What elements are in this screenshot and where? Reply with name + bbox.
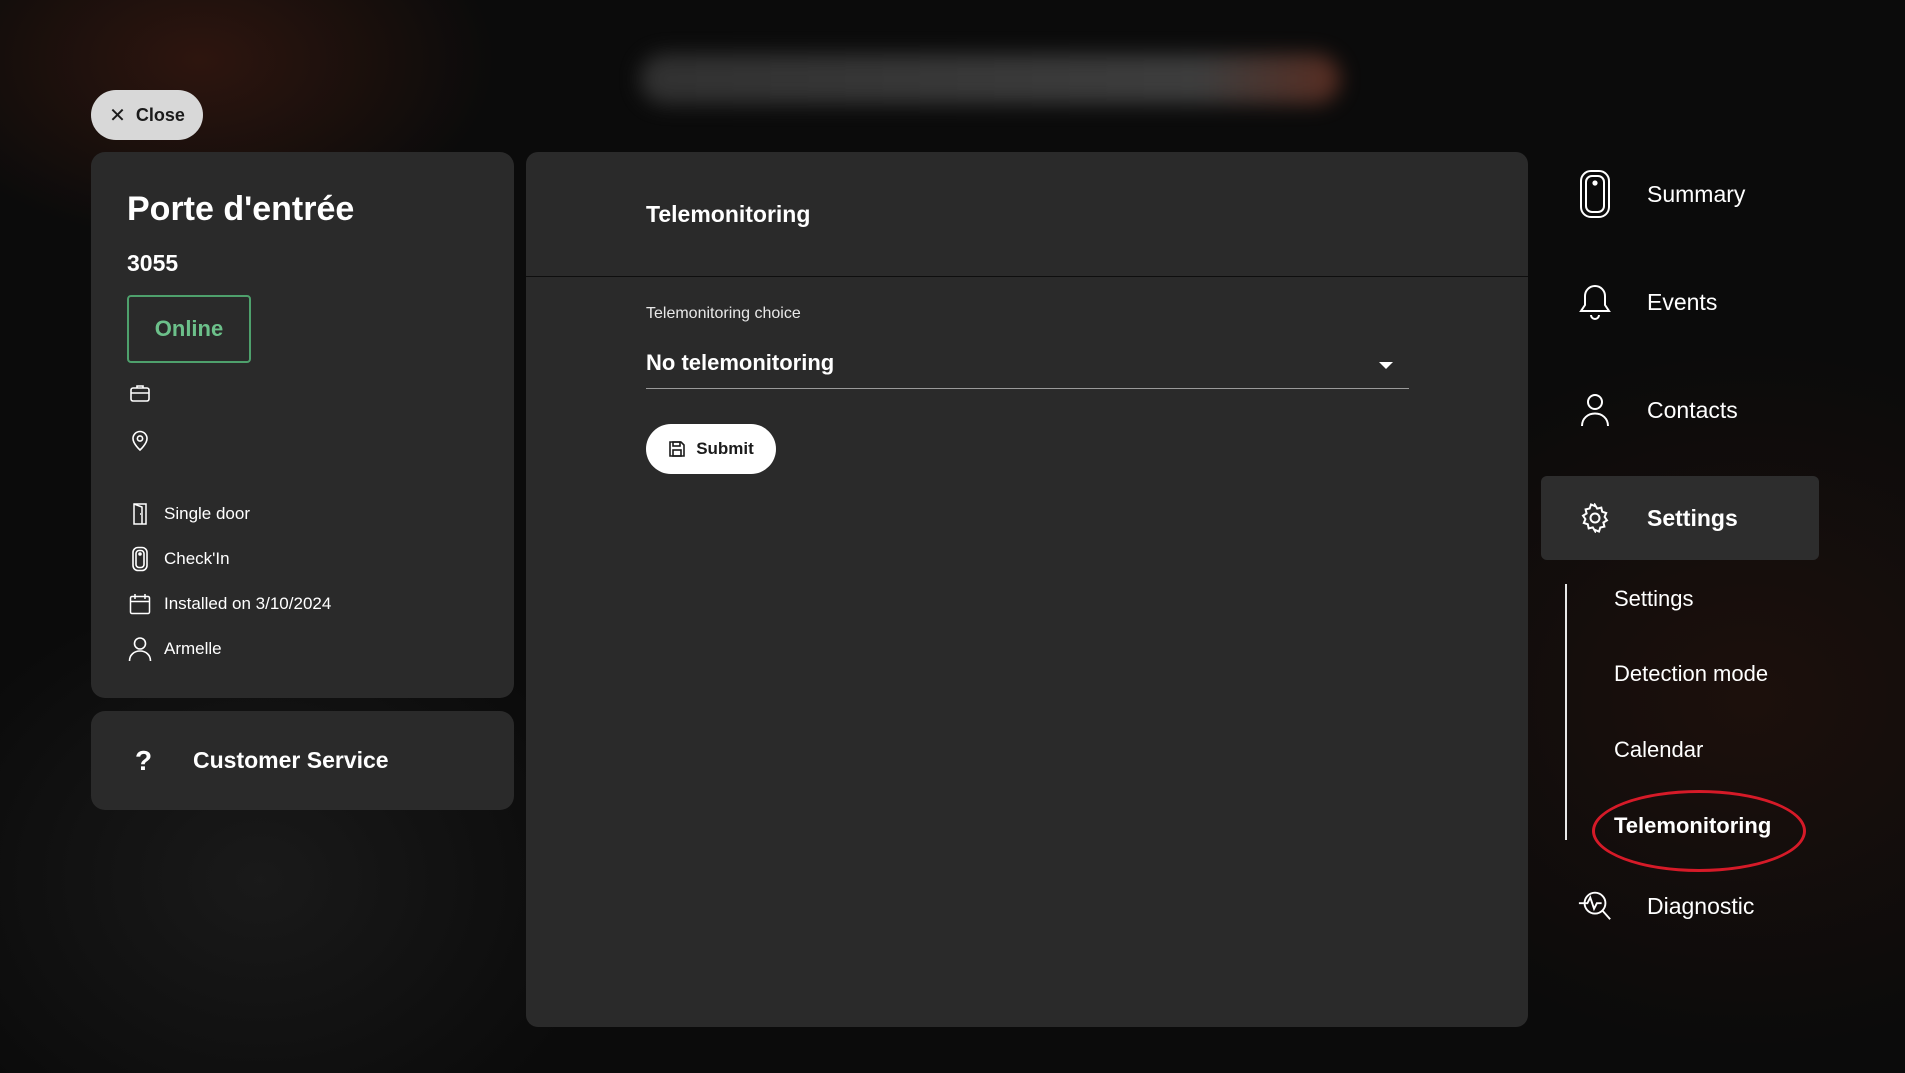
submenu-item-settings[interactable]: Settings (1614, 586, 1694, 612)
panel-title: Telemonitoring (646, 200, 811, 227)
detail-text: Installed on 3/10/2024 (164, 594, 332, 613)
door-icon (128, 500, 152, 528)
calendar-icon (128, 590, 152, 618)
nav-item-events[interactable]: Events (1541, 260, 1819, 344)
sensor-icon (1577, 170, 1613, 218)
detail-text: Single door (164, 504, 251, 523)
bell-icon (1577, 278, 1613, 326)
detail-row-install-date: Installed on 3/10/2024 (128, 590, 331, 618)
close-icon: ✕ (109, 104, 126, 127)
nav-item-diagnostic[interactable]: Diagnostic (1541, 864, 1819, 948)
submit-label: Submit (696, 439, 754, 458)
status-badge: Online (127, 295, 251, 363)
briefcase-icon (130, 385, 150, 402)
detail-text: Armelle (164, 639, 222, 658)
nav-item-summary[interactable]: Summary (1541, 152, 1819, 236)
close-button[interactable]: ✕ Close (91, 90, 203, 140)
customer-service-button[interactable]: ? Customer Service (91, 711, 514, 810)
telemonitoring-choice-select[interactable]: No telemonitoring (646, 338, 1409, 389)
device-name: Porte d'entrée (127, 190, 355, 228)
select-value: No telemonitoring (646, 350, 835, 375)
detail-text: Check'In (164, 549, 230, 568)
detail-row-door-type: Single door (128, 500, 250, 528)
gear-icon (1577, 494, 1613, 542)
sensor-icon (128, 545, 152, 573)
nav-label: Summary (1647, 180, 1746, 207)
customer-service-label: Customer Service (193, 747, 389, 773)
submenu-indicator-line (1565, 584, 1567, 840)
save-icon (669, 441, 685, 457)
nav-label: Contacts (1647, 396, 1738, 423)
nav-label: Settings (1647, 504, 1738, 531)
submenu-item-telemonitoring[interactable]: Telemonitoring (1614, 813, 1771, 839)
caret-down-icon (1379, 362, 1393, 369)
submenu-item-detection-mode[interactable]: Detection mode (1614, 661, 1768, 687)
nav-label: Diagnostic (1647, 892, 1755, 919)
telemonitoring-choice-label: Telemonitoring choice (646, 305, 801, 322)
detail-row-owner: Armelle (128, 635, 222, 663)
user-icon (128, 635, 152, 663)
panel-header: Telemonitoring (526, 152, 1528, 277)
close-label: Close (135, 104, 185, 125)
device-id: 3055 (127, 250, 179, 276)
question-icon: ? (135, 744, 153, 776)
nav-item-contacts[interactable]: Contacts (1541, 368, 1819, 452)
submit-button[interactable]: Submit (646, 424, 776, 474)
telemonitoring-panel: Telemonitoring Telemonitoring choice No … (526, 152, 1528, 1027)
detail-row-product: Check'In (128, 545, 230, 573)
nav-item-settings[interactable]: Settings (1541, 476, 1819, 560)
user-icon (1577, 386, 1613, 434)
blurred-search-bar (640, 54, 1340, 104)
diagnostic-icon (1577, 882, 1613, 930)
submenu-item-calendar[interactable]: Calendar (1614, 737, 1703, 763)
device-card: Porte d'entrée 3055 Online Single door C… (91, 152, 514, 698)
location-pin-icon (132, 430, 148, 452)
nav-label: Events (1647, 288, 1718, 315)
